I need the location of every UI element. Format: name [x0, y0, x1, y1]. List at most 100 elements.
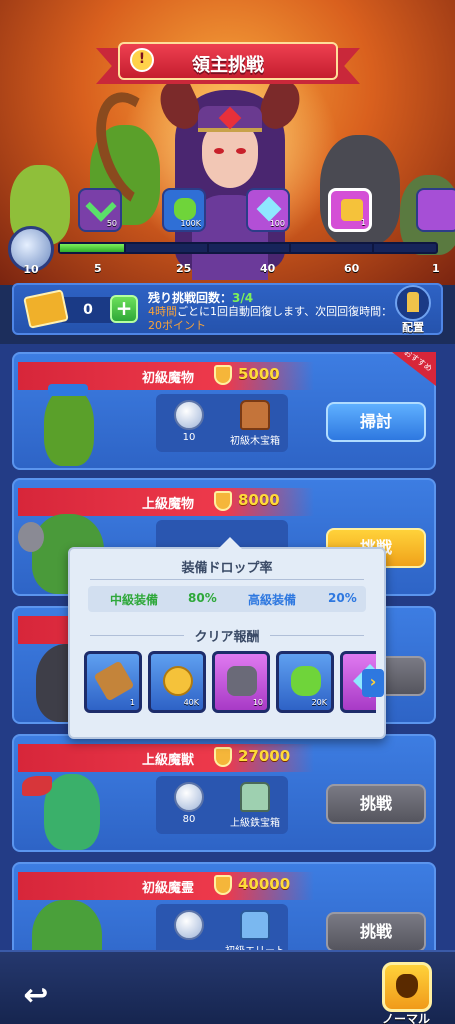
add-ticket-button[interactable]: + — [110, 295, 138, 323]
item-count: 20K — [311, 698, 327, 707]
milestone-progress — [0, 230, 455, 278]
reward-item[interactable]: 1 — [84, 651, 142, 713]
challenge-button[interactable]: 挑戦 — [326, 912, 426, 950]
tower-icon — [407, 292, 419, 312]
goblin-archer-portrait — [18, 382, 118, 470]
formation-button[interactable]: 配置 — [393, 283, 433, 335]
clear-reward-title: クリア報酬 — [194, 630, 260, 645]
mid-equipment-rate: 80% — [188, 591, 217, 605]
silver-coin-icon — [174, 910, 204, 940]
stage-power: 8000 — [238, 491, 280, 509]
silver-coin-icon — [174, 782, 204, 812]
mid-equipment-label: 中級装備 — [110, 593, 159, 607]
power-shield-icon — [214, 491, 232, 511]
tick-label: 40 — [260, 262, 276, 275]
stage-power: 27000 — [238, 747, 291, 765]
stage-power: 5000 — [238, 365, 280, 383]
stone-icon — [227, 666, 257, 696]
remaining-value: 3/4 — [232, 291, 254, 305]
progress-bar — [58, 242, 438, 254]
stage-power: 40000 — [238, 875, 291, 893]
green-ore-icon — [174, 198, 196, 220]
stage-card: 初級魔物 5000 10 初級木宝箱 掃討 おすすめ — [12, 352, 436, 470]
stage-card: 初級魔霊 40000 初級エリート 挑戦 — [12, 862, 436, 950]
milestone-label: 50 — [106, 219, 117, 228]
reward-item[interactable]: 20K — [276, 651, 334, 713]
reward-label: 80 — [182, 814, 196, 825]
tick-label: 1 — [432, 262, 440, 275]
stage-card: 上級魔獣 27000 80 上級鉄宝箱 挑戦 — [12, 734, 436, 852]
info-icon[interactable] — [130, 48, 154, 72]
milestone-label: 1 — [360, 218, 366, 227]
item-count: 1 — [129, 698, 135, 707]
remaining-label: 残り挑戦回数： — [148, 291, 233, 305]
reward-item: 初級木宝箱 — [224, 398, 286, 448]
remaining-attempts: 残り挑戦回数：3/4 — [148, 289, 253, 306]
gold-coin-icon — [163, 666, 193, 696]
next-arrow-button[interactable]: › — [362, 669, 384, 697]
challenge-button[interactable]: 挑戦 — [326, 784, 426, 824]
crystal-icon — [256, 196, 282, 222]
clear-reward-list[interactable]: 1 40K 10 20K — [84, 651, 376, 717]
boss-hero-area: 領主挑戦 50 100K 100 1 10 5 25 40 60 1 — [0, 0, 455, 285]
wooden-chest-icon — [240, 400, 270, 430]
milestone-reward-1[interactable]: 50 — [78, 188, 122, 232]
tick-label: 60 — [344, 262, 360, 275]
milestone-label: 100 — [269, 219, 285, 228]
power-shield-icon — [214, 875, 232, 895]
drop-rate-title: 装備ドロップ率 — [181, 561, 273, 576]
current-count-badge: 10 — [8, 226, 54, 276]
high-equipment-label: 高級装備 — [248, 593, 297, 607]
item-count: 10 — [252, 698, 263, 707]
golden-key-icon — [341, 199, 363, 221]
green-ore-icon — [291, 666, 321, 696]
milestone-reward-4[interactable]: 1 — [328, 188, 372, 232]
hammer-icon — [93, 660, 135, 702]
dragon-portrait — [18, 764, 118, 852]
recover-interval: 4時間 — [148, 305, 177, 318]
milestone-reward-3[interactable]: 100 — [246, 188, 290, 232]
difficulty-label: ノーマル — [381, 1012, 430, 1024]
demon-face-icon — [382, 962, 432, 1012]
drop-rate-row: 中級装備 80% 高級装備 20% — [88, 586, 366, 612]
reward-item[interactable]: 40K — [148, 651, 206, 713]
reward-box: 80 上級鉄宝箱 — [156, 776, 288, 834]
reward-item — [158, 908, 220, 950]
tick-label: 25 — [176, 262, 192, 275]
reward-item[interactable]: 10 — [212, 651, 270, 713]
stage-name: 上級魔獣 — [142, 753, 195, 768]
reward-label: 10 — [182, 432, 196, 443]
title-banner: 領主挑戦 — [96, 40, 360, 84]
stage-name: 初級魔霊 — [142, 881, 195, 896]
difficulty-normal-button[interactable]: ノーマル — [376, 960, 442, 1024]
reward-box: 初級エリート — [156, 904, 288, 950]
high-equipment-rate: 20% — [328, 591, 357, 605]
tick-label: 5 — [94, 262, 102, 275]
sweep-button[interactable]: 掃討 — [326, 402, 426, 442]
reward-tooltip: 装備ドロップ率 中級装備 80% 高級装備 20% クリア報酬 1 40K 10… — [68, 537, 386, 739]
bottom-bar: ↩ ノーマル — [0, 950, 455, 1024]
milestone-reward-5[interactable] — [416, 188, 455, 232]
back-button[interactable]: ↩ — [14, 978, 58, 1014]
reward-box: 10 初級木宝箱 — [156, 394, 288, 452]
challenge-info-bar: 0 + 残り挑戦回数：3/4 4時間ごとに1回自動回復します、次回回復時間：20… — [12, 283, 443, 335]
formation-label: 配置 — [402, 321, 424, 334]
reward-label: 初級木宝箱 — [230, 436, 280, 447]
current-count: 10 — [23, 263, 39, 276]
reward-item: 10 — [158, 398, 220, 448]
milestone-label: 100K — [180, 219, 201, 228]
elite-chest-icon — [240, 910, 270, 940]
power-shield-icon — [214, 365, 232, 385]
ticket-count: 0 — [83, 302, 93, 318]
power-shield-icon — [214, 747, 232, 767]
ticket-count-box: 0 — [60, 297, 116, 323]
item-count: 40K — [183, 698, 199, 707]
recover-description: ごとに1回自動回復します、次回回復時間： — [177, 305, 393, 318]
milestone-reward-2[interactable]: 100K — [162, 188, 206, 232]
recommend-label: おすすめ — [402, 347, 434, 374]
stage-name: 初級魔物 — [142, 371, 195, 386]
progress-fill — [60, 244, 124, 252]
recover-points: 20ポイント — [148, 319, 206, 332]
reward-item: 初級エリート — [224, 908, 286, 950]
check-icon — [85, 190, 117, 222]
